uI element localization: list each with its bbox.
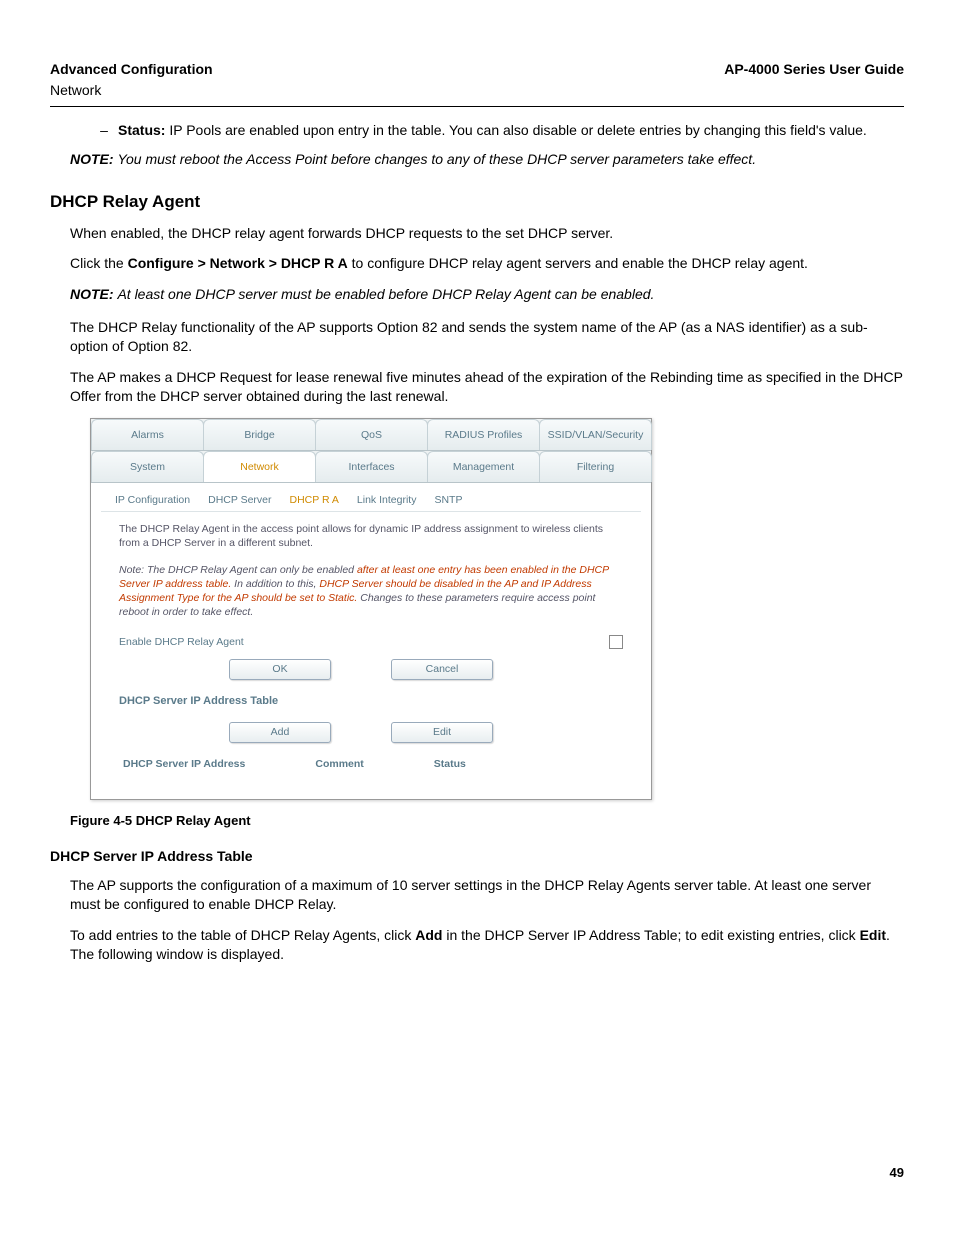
shot-body: The DHCP Relay Agent in the access point… — [91, 512, 651, 781]
note-reboot: NOTE: You must reboot the Access Point b… — [70, 150, 904, 169]
tab-alarms[interactable]: Alarms — [91, 419, 204, 450]
page-header: Advanced Configuration AP-4000 Series Us… — [50, 60, 904, 79]
enable-label: Enable DHCP Relay Agent — [119, 635, 244, 649]
table-title: DHCP Server IP Address Table — [119, 694, 623, 709]
subtab-dhcpra[interactable]: DHCP R A — [290, 493, 339, 507]
add-edit-row: Add Edit — [229, 722, 623, 742]
config-screenshot: Alarms Bridge QoS RADIUS Profiles SSID/V… — [90, 418, 652, 800]
tab-filtering[interactable]: Filtering — [539, 451, 652, 482]
col-comment: Comment — [315, 757, 363, 771]
shot-intro: The DHCP Relay Agent in the access point… — [119, 522, 623, 550]
subtab-sntp[interactable]: SNTP — [434, 493, 462, 507]
note-enable-req: NOTE: At least one DHCP server must be e… — [70, 285, 904, 304]
ok-cancel-row: OK Cancel — [229, 659, 623, 679]
top-tab-row: Alarms Bridge QoS RADIUS Profiles SSID/V… — [91, 419, 651, 451]
header-left: Advanced Configuration — [50, 60, 213, 79]
status-list-item: – Status: IP Pools are enabled upon entr… — [90, 121, 904, 140]
tab-qos[interactable]: QoS — [315, 419, 428, 450]
ok-button[interactable]: OK — [229, 659, 331, 679]
para-option82: The DHCP Relay functionality of the AP s… — [70, 318, 904, 356]
bottom-tab-row: System Network Interfaces Management Fil… — [91, 451, 651, 483]
edit-button[interactable]: Edit — [391, 722, 493, 742]
enable-row: Enable DHCP Relay Agent — [119, 635, 623, 649]
tab-interfaces[interactable]: Interfaces — [315, 451, 428, 482]
sub-heading-table: DHCP Server IP Address Table — [50, 847, 904, 866]
para-lease: The AP makes a DHCP Request for lease re… — [70, 368, 904, 406]
header-rule — [50, 106, 904, 107]
subtab-dhcpserver[interactable]: DHCP Server — [208, 493, 271, 507]
cancel-button[interactable]: Cancel — [391, 659, 493, 679]
header-right: AP-4000 Series User Guide — [724, 60, 904, 79]
enable-checkbox[interactable] — [609, 635, 623, 649]
tab-network[interactable]: Network — [203, 451, 316, 482]
para-intro: When enabled, the DHCP relay agent forwa… — [70, 224, 904, 243]
para-navigate: Click the Configure > Network > DHCP R A… — [70, 254, 904, 273]
tab-system[interactable]: System — [91, 451, 204, 482]
col-status: Status — [434, 757, 466, 771]
subtab-link[interactable]: Link Integrity — [357, 493, 417, 507]
shot-note: Note: The DHCP Relay Agent can only be e… — [119, 563, 623, 620]
add-button[interactable]: Add — [229, 722, 331, 742]
tab-radius[interactable]: RADIUS Profiles — [427, 419, 540, 450]
status-text: Status: IP Pools are enabled upon entry … — [118, 121, 867, 140]
tab-bridge[interactable]: Bridge — [203, 419, 316, 450]
para-add-edit: To add entries to the table of DHCP Rela… — [70, 926, 904, 964]
col-ip: DHCP Server IP Address — [123, 757, 245, 771]
para-max10: The AP supports the configuration of a m… — [70, 876, 904, 914]
dash-bullet: – — [90, 121, 118, 140]
page-number: 49 — [50, 1164, 904, 1182]
section-title: DHCP Relay Agent — [50, 191, 904, 214]
header-sub: Network — [50, 81, 904, 100]
tab-ssid[interactable]: SSID/VLAN/Security — [539, 419, 652, 450]
table-header-row: DHCP Server IP Address Comment Status — [119, 757, 623, 771]
tab-management[interactable]: Management — [427, 451, 540, 482]
subtab-ipconfig[interactable]: IP Configuration — [115, 493, 190, 507]
sub-tab-row: IP Configuration DHCP Server DHCP R A Li… — [101, 483, 641, 512]
figure-caption: Figure 4-5 DHCP Relay Agent — [70, 812, 904, 830]
